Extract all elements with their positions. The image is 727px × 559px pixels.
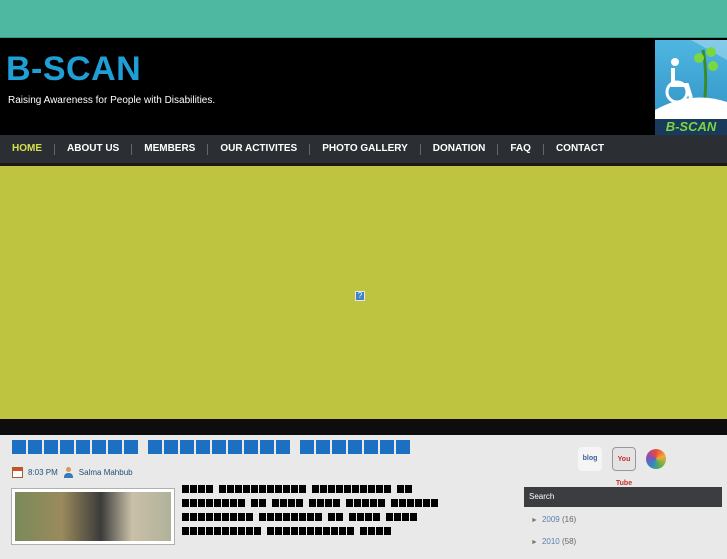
social-links: blog You Tube (578, 447, 666, 487)
youtube-icon[interactable]: You Tube (612, 447, 636, 487)
blog-archive: ► 2009 (16) ► 2010 (58) (531, 515, 576, 559)
site-description: Raising Awareness for People with Disabi… (8, 95, 216, 106)
banner-area: ? (0, 163, 727, 419)
post-photo (15, 492, 171, 541)
nav-about-us[interactable]: ABOUT US (55, 135, 131, 163)
archive-item-2010[interactable]: ► 2010 (58) (531, 537, 576, 559)
main-nav: HOME ABOUT US MEMBERS OUR ACTIVITES PHOT… (0, 135, 727, 163)
user-icon (63, 467, 74, 478)
picasa-icon[interactable] (646, 449, 666, 469)
nav-contact[interactable]: CONTACT (544, 135, 616, 163)
expand-arrow-icon[interactable]: ► (531, 517, 538, 524)
banner-footer-strip (0, 419, 727, 435)
nav-home[interactable]: HOME (0, 135, 54, 163)
post-excerpt (182, 485, 492, 541)
site-logo[interactable]: B-SCAN (655, 40, 727, 135)
nav-members[interactable]: MEMBERS (132, 135, 207, 163)
post-meta: 8:03 PM Salma Mahbub (12, 467, 133, 478)
logo-text: B-SCAN (655, 119, 727, 135)
post-author[interactable]: Salma Mahbub (79, 468, 133, 477)
nav-our-activites[interactable]: OUR ACTIVITES (208, 135, 309, 163)
missing-plugin-icon[interactable]: ? (355, 291, 365, 301)
archive-item-2009[interactable]: ► 2009 (16) (531, 515, 576, 537)
archive-count: (16) (561, 515, 577, 524)
archive-year[interactable]: 2009 (542, 515, 560, 524)
site-header: B-SCAN Raising Awareness for People with… (0, 38, 727, 135)
calendar-icon (12, 467, 23, 478)
post-thumbnail[interactable] (11, 488, 175, 545)
top-bar (0, 0, 727, 38)
wheelchair-icon (655, 40, 727, 119)
blog-icon[interactable]: blog (578, 447, 602, 471)
post-title[interactable] (12, 440, 412, 454)
sidebar-search-header: Search (524, 487, 722, 507)
nav-donation[interactable]: DONATION (421, 135, 498, 163)
nav-photo-gallery[interactable]: PHOTO GALLERY (310, 135, 420, 163)
nav-faq[interactable]: FAQ (498, 135, 543, 163)
content-area: 8:03 PM Salma Mahbub blog You Tube Searc… (0, 435, 727, 546)
post-time[interactable]: 8:03 PM (28, 468, 58, 477)
site-title[interactable]: B-SCAN (6, 50, 141, 89)
